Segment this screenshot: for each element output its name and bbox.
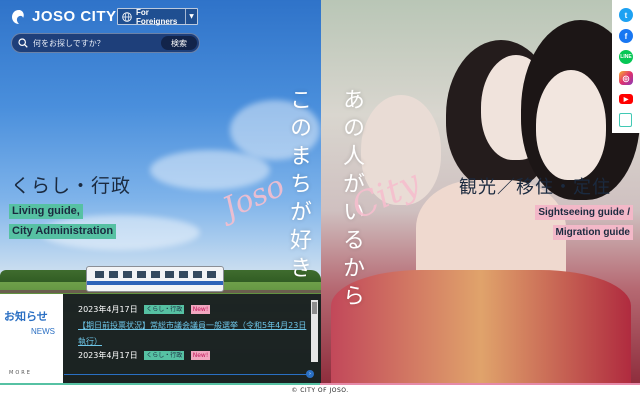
news-label-en: NEWS xyxy=(31,327,55,336)
page: このまちが好き Joso くらし・行政 Living guide, City A… xyxy=(0,0,640,419)
search-button[interactable]: 検索 xyxy=(161,36,197,50)
category-tag: くらし・行政 xyxy=(144,351,185,360)
living-guide-title: くらし・行政 xyxy=(11,175,132,197)
news-date: 2023年4月17日 xyxy=(78,305,138,314)
arrow-right-icon[interactable]: › xyxy=(306,370,314,378)
scrollbar-thumb[interactable] xyxy=(312,302,317,314)
for-foreigners-button[interactable]: For Foreigners ▼ xyxy=(117,7,198,26)
twitter-icon[interactable]: t xyxy=(619,8,633,22)
more-link[interactable]: MORE xyxy=(9,370,32,376)
facebook-icon[interactable]: f xyxy=(619,29,633,43)
sightseeing-guide-title[interactable]: 観光／移住・定住 xyxy=(459,173,611,199)
city-emblem-icon xyxy=(12,9,24,24)
news-label-box[interactable]: お知らせ NEWS MORE xyxy=(0,294,63,383)
living-guide-subtitle: Living guide, City Administration xyxy=(9,199,133,239)
new-badge: New! xyxy=(190,351,211,360)
new-badge: New! xyxy=(190,305,211,314)
vertical-catchphrase-left: このまちが好き xyxy=(286,88,311,284)
figure-face xyxy=(536,70,606,180)
search-input[interactable] xyxy=(28,37,161,49)
search-icon xyxy=(18,38,28,48)
news-item-meta: 2023年4月17日 くらし・行政 New! xyxy=(78,304,211,315)
note-icon[interactable] xyxy=(619,113,632,127)
social-links: t f LINE ◎ ▶ xyxy=(612,0,640,133)
category-tag: くらし・行政 xyxy=(144,305,185,314)
copyright: © CITY OF JOSO. xyxy=(291,387,349,394)
more-line xyxy=(64,374,310,375)
news-date: 2023年4月17日 xyxy=(78,351,138,360)
site-search: 検索 xyxy=(11,33,200,53)
sightseeing-guide-subtitle[interactable]: Sightseeing guide / Migration guide xyxy=(507,200,633,240)
train-image xyxy=(86,266,224,292)
globe-icon xyxy=(122,11,132,22)
logo-text: JOSO CITY xyxy=(32,8,117,25)
city-logo[interactable]: JOSO CITY xyxy=(11,8,117,25)
instagram-icon[interactable]: ◎ xyxy=(619,71,633,85)
news-item-meta: 2023年4月17日 くらし・行政 New! xyxy=(78,350,211,361)
news-item-link[interactable]: 【期日前投票状況】常総市議会議員一般選挙（令和5年4月23日執行） xyxy=(78,318,308,350)
chevron-down-icon: ▼ xyxy=(189,13,194,20)
kimono xyxy=(331,270,631,383)
news-label-jp: お知らせ xyxy=(4,310,48,323)
news-scrollbar[interactable] xyxy=(311,300,318,362)
footer: © CITY OF JOSO. xyxy=(0,385,640,419)
for-foreigners-label: For Foreigners xyxy=(136,7,178,26)
line-icon[interactable]: LINE xyxy=(619,50,633,64)
youtube-icon[interactable]: ▶ xyxy=(619,94,633,104)
